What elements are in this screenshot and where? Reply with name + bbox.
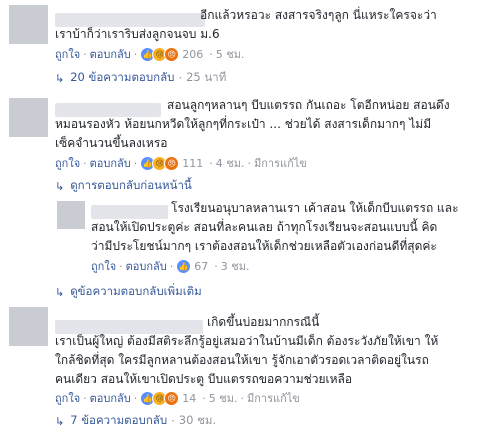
reply-actions: ถูกใจ · ตอบกลับ · 👍 67 · 3 ชม. [91,258,249,274]
timestamp[interactable]: 3 ชม. [221,257,250,275]
more-replies-link[interactable]: ↳ ดูข้อความตอบกลับเพิ่มเติม [55,284,202,300]
edited-label[interactable]: มีการแก้ไข [247,389,300,407]
edited-label[interactable]: มีการแก้ไข [254,154,307,172]
reaction-count: 14 [182,391,197,405]
avatar[interactable] [9,98,48,137]
like-button[interactable]: ถูกใจ [55,45,80,63]
reply-text: โรงเรียนอนุบาลหลานเรา เค้าสอน ให้เด็กบีบ… [91,201,459,253]
replies-time: 30 ชม. [178,413,217,427]
comment-actions: ถูกใจ · ตอบกลับ · 👍 😢 😠 206 · 5 ชม. [55,46,244,62]
previous-replies-label: ดูการตอบกลับก่อนหน้านี้ [70,178,192,192]
reaction-count: 67 [194,259,209,273]
angry-reaction-icon: 😠 [164,390,180,406]
comment-text: อีกแล้วหรอวะ สงสารจริงๆลูก นี่แหระใครจะว… [55,8,437,41]
replies-count-label: 20 ข้อความตอบกลับ [70,70,175,84]
reply-button[interactable]: ตอบกลับ [90,154,131,172]
reply-arrow-icon: ↳ [55,285,65,299]
comment-actions: ถูกใจ · ตอบกลับ · 👍 😢 😠 111 · 4 ชม. · มี… [55,155,307,171]
angry-reaction-icon: 😠 [164,46,180,62]
replies-count-label: 7 ข้อความตอบกลับ [70,413,168,427]
like-button[interactable]: ถูกใจ [55,389,80,407]
reply-arrow-icon: ↳ [55,71,65,85]
reply-button[interactable]: ตอบกลับ [90,45,131,63]
view-replies-link[interactable]: ↳ 20 ข้อความตอบกลับ · 25 นาที [55,70,226,86]
like-button[interactable]: ถูกใจ [55,154,80,172]
like-button[interactable]: ถูกใจ [91,257,116,275]
timestamp[interactable]: 5 ชม. [216,45,245,63]
more-replies-label: ดูข้อความตอบกลับเพิ่มเติม [70,284,202,298]
timestamp[interactable]: 5 ชม. [209,389,238,407]
view-replies-link[interactable]: ↳ 7 ข้อความตอบกลับ · 30 ชม. [55,413,216,429]
avatar[interactable] [9,307,48,346]
reaction-count: 111 [182,156,204,170]
avatar[interactable] [57,201,85,229]
reply-arrow-icon: ↳ [55,179,65,193]
replies-time: 25 นาที [186,70,227,84]
like-reaction-icon: 👍 [176,258,192,274]
reaction-count: 206 [182,47,204,61]
reply-button[interactable]: ตอบกลับ [126,257,167,275]
reply-button[interactable]: ตอบกลับ [90,389,131,407]
reaction-summary[interactable]: 👍 😢 😠 206 [140,46,204,62]
reaction-summary[interactable]: 👍 😢 😠 111 [140,155,204,171]
angry-reaction-icon: 😠 [164,155,180,171]
comment-text: สอนลูกๆหลานๆ บีบแตรรถ กันเถอะ โตอีกหน่อย… [55,98,450,150]
reaction-summary[interactable]: 👍 😢 😠 14 [140,390,197,406]
previous-replies-link[interactable]: ↳ ดูการตอบกลับก่อนหน้านี้ [55,178,192,194]
reply-arrow-icon: ↳ [55,414,65,428]
reaction-summary[interactable]: 👍 67 [176,258,209,274]
comment-actions: ถูกใจ · ตอบกลับ · 👍 😢 😠 14 · 5 ชม. · มีก… [55,390,300,406]
timestamp[interactable]: 4 ชม. [216,154,245,172]
avatar[interactable] [9,5,48,44]
comment-text: เกิดขึ้นบ่อยมากกรณีนี้ เราเป็นผู้ใหญ่ ต้… [55,315,439,386]
